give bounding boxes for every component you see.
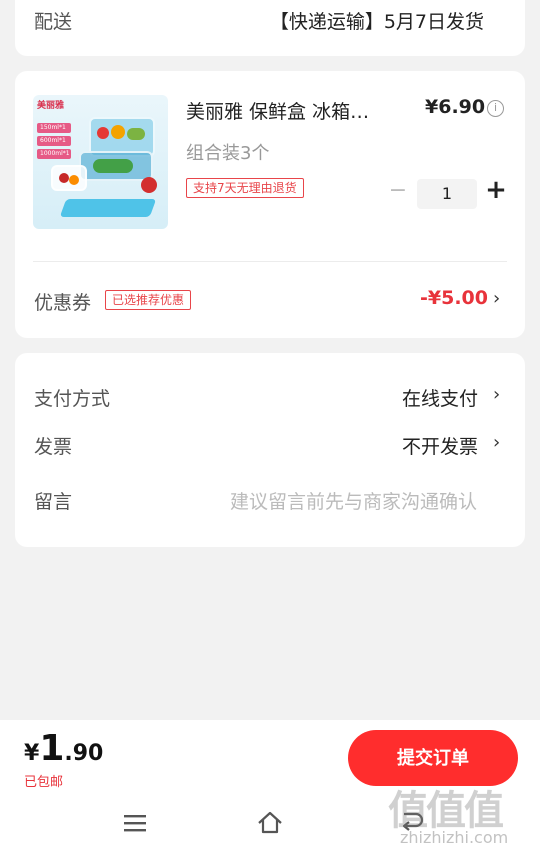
note-input[interactable]: 建议留言前先与商家沟通确认 bbox=[230, 487, 477, 514]
decrease-quantity-button[interactable]: − bbox=[386, 178, 410, 203]
total-amount: ¥1.90 bbox=[24, 728, 103, 769]
invoice-value[interactable]: 不开发票 bbox=[402, 432, 478, 459]
chevron-right-icon[interactable]: › bbox=[493, 384, 500, 405]
payment-card: 支付方式 在线支付 › 发票 不开发票 › 留言 建议留言前先与商家沟通确认 bbox=[15, 353, 525, 547]
invoice-label: 发票 bbox=[34, 436, 73, 458]
increase-quantity-button[interactable]: + bbox=[484, 175, 508, 205]
container-graphic bbox=[51, 165, 87, 191]
coupon-selected-badge: 已选推荐优惠 bbox=[105, 290, 192, 310]
note-label: 留言 bbox=[34, 491, 73, 513]
amount-decimal: .90 bbox=[64, 741, 104, 766]
thumb-brand: 美丽雅 bbox=[37, 101, 65, 111]
plate-graphic bbox=[59, 199, 157, 217]
payment-method-value[interactable]: 在线支付 bbox=[402, 384, 478, 411]
divider bbox=[33, 261, 507, 262]
product-thumbnail[interactable]: 美丽雅 150ml*1 600ml*1 1000ml*1 bbox=[33, 95, 168, 229]
checkout-bar: ¥1.90 已包邮 提交订单 值值值 zhizhizhi.com bbox=[0, 720, 540, 859]
currency-symbol: ¥ bbox=[24, 741, 40, 766]
quantity-input[interactable]: 1 bbox=[417, 179, 477, 209]
thumb-tag: 1000ml*1 bbox=[37, 149, 71, 159]
chevron-right-icon[interactable]: › bbox=[493, 432, 500, 453]
shipping-label: 配送 bbox=[34, 11, 73, 33]
shipping-value: 【快递运输】5月7日发货 bbox=[269, 11, 484, 33]
product-spec[interactable]: 组合装3个 bbox=[186, 139, 269, 165]
product-title[interactable]: 美丽雅 保鲜盒 冰箱… bbox=[186, 97, 406, 124]
product-price: ¥6.90 bbox=[425, 96, 486, 118]
thumb-tag: 600ml*1 bbox=[37, 136, 71, 146]
free-shipping-label: 已包邮 bbox=[24, 775, 64, 790]
coupon-value[interactable]: -¥5.00 bbox=[420, 287, 488, 309]
container-graphic bbox=[79, 151, 153, 181]
coupon-label: 优惠券 bbox=[34, 292, 92, 314]
shipping-card: 配送 【快递运输】5月7日发货 bbox=[15, 0, 525, 56]
info-icon[interactable]: i bbox=[487, 100, 504, 117]
tomato-graphic bbox=[141, 177, 157, 193]
thumb-tag: 150ml*1 bbox=[37, 123, 71, 133]
watermark-url: zhizhizhi.com bbox=[400, 828, 509, 847]
return-policy-badge: 支持7天无理由退货 bbox=[186, 178, 304, 198]
amount-integer: 1 bbox=[39, 728, 65, 769]
chevron-right-icon[interactable]: › bbox=[493, 288, 500, 309]
payment-method-label: 支付方式 bbox=[34, 388, 111, 410]
home-icon[interactable] bbox=[255, 808, 285, 838]
product-card: 美丽雅 150ml*1 600ml*1 1000ml*1 美丽雅 保鲜盒 冰箱…… bbox=[15, 71, 525, 338]
menu-icon[interactable] bbox=[120, 808, 150, 838]
